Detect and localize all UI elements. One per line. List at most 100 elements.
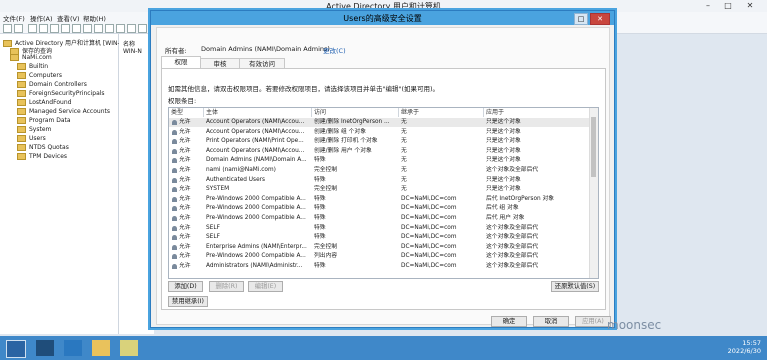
copy-icon[interactable] xyxy=(50,24,59,33)
filter-icon[interactable] xyxy=(138,24,147,33)
col-header-type[interactable]: 类型 xyxy=(169,108,204,117)
system-clock[interactable]: 15:57 2022/6/30 xyxy=(728,339,761,355)
minimize-button[interactable]: – xyxy=(700,1,716,11)
help-icon[interactable] xyxy=(105,24,114,33)
col-header-principal[interactable]: 主体 xyxy=(204,108,312,117)
table-row[interactable]: 允许 SELF 特殊 DC=NaMi,DC=com 这个对象及全部后代 xyxy=(169,224,590,233)
cell-principal: Pre-Windows 2000 Compatible A... xyxy=(206,205,306,212)
cell-inherited: 无 xyxy=(401,128,407,135)
cell-principal: Account Operators (NAMI\Accou... xyxy=(206,119,305,125)
principal-icon xyxy=(172,120,177,125)
cell-access: 创建/删除 用户 个对象 xyxy=(314,147,372,154)
folder-icon xyxy=(17,63,26,70)
restore-defaults-button[interactable]: 还原默认值(S) xyxy=(551,281,599,292)
cell-applies-to: 后代 InetOrgPerson 对象 xyxy=(486,195,555,202)
cell-principal: SYSTEM xyxy=(206,186,230,193)
tree-item-foreign-principals[interactable]: ForeignSecurityPrincipals xyxy=(17,90,105,97)
folder-icon[interactable] xyxy=(28,24,37,33)
tree-domain[interactable]: NaMi.com xyxy=(10,54,52,61)
table-row[interactable]: 允许 Pre-Windows 2000 Compatible A... 特殊 DC=N… xyxy=(169,214,590,223)
cell-access: 创建/删除 组 个对象 xyxy=(314,128,367,135)
table-row[interactable]: 允许 Pre-Windows 2000 Compatible A... 列出内容 DC… xyxy=(169,252,590,261)
table-row[interactable]: 允许 Print Operators (NAMI\Print Ope... 创建/删… xyxy=(169,137,590,146)
table-row[interactable]: 允许 Pre-Windows 2000 Compatible A... 特殊 DC=N… xyxy=(169,195,590,204)
permission-entries-grid[interactable]: 类型 主体 访问 继承于 应用于 允许 Account Operators (NA… xyxy=(168,107,599,279)
scrollbar-thumb[interactable] xyxy=(591,117,596,177)
table-row[interactable]: 允许 Account Operators (NAMI\Accou... 创建/删除 … xyxy=(169,128,590,137)
table-row[interactable]: 允许 Domain Admins (NAMI\Domain A... 特殊 无 只是这个… xyxy=(169,156,590,165)
owner-change-link[interactable]: 更改(C) xyxy=(323,45,346,55)
ok-button[interactable]: 确定 xyxy=(491,316,527,327)
principal-icon xyxy=(172,244,177,250)
remove-button[interactable]: 删除(R) xyxy=(209,281,244,292)
cell-inherited: 无 xyxy=(401,157,407,164)
table-row[interactable]: 允许 Account Operators (NAMI\Accou... 创建/删除 … xyxy=(169,118,590,127)
tree-icon[interactable] xyxy=(39,24,48,33)
table-row[interactable]: 允许 Administrators (NAMI\Administr... 特殊 DC=… xyxy=(169,262,590,271)
table-row[interactable]: 允许 Account Operators (NAMI\Accou... 创建/删除 … xyxy=(169,147,590,156)
forward-icon[interactable] xyxy=(14,24,23,33)
folder-icon xyxy=(17,99,26,106)
tree-item-computers[interactable]: Computers xyxy=(17,72,62,79)
properties-icon[interactable] xyxy=(72,24,81,33)
tree-item-program-data[interactable]: Program Data xyxy=(17,117,71,124)
table-row[interactable]: 允许 SYSTEM 完全控制 无 只是这个对象 xyxy=(169,185,590,194)
list-column-name[interactable]: 名称 xyxy=(123,39,135,48)
table-row[interactable]: 允许 nami (nami@NaMi.com) 完全控制 无 这个对象及全部后代 xyxy=(169,166,590,175)
table-row[interactable]: 允许 SELF 特殊 DC=NaMi,DC=com 这个对象及全部后代 xyxy=(169,233,590,242)
dialog-close-button[interactable]: ✕ xyxy=(590,13,610,25)
start-icon[interactable] xyxy=(6,340,26,358)
table-row[interactable]: 允许 Authenticated Users 特殊 无 只是这个对象 xyxy=(169,176,590,185)
cell-principal: nami (nami@NaMi.com) xyxy=(206,167,276,173)
cancel-button[interactable]: 取消 xyxy=(533,316,569,327)
list-item[interactable]: WIN-N xyxy=(123,48,142,55)
tree-item-lostandfound[interactable]: LostAndFound xyxy=(17,99,71,106)
ad-users-computers-icon[interactable] xyxy=(120,340,138,356)
dialog-maximize-button[interactable]: □ xyxy=(574,13,588,25)
cell-applies-to: 这个对象及全部后代 xyxy=(486,234,539,241)
export-icon[interactable] xyxy=(94,24,103,33)
col-header-applies-to[interactable]: 应用于 xyxy=(484,108,590,117)
cell-applies-to: 只是这个对象 xyxy=(486,147,521,154)
col-header-inherited[interactable]: 继承于 xyxy=(399,108,484,117)
cell-principal: Domain Admins (NAMI\Domain A... xyxy=(206,157,307,164)
tree-item-users[interactable]: Users xyxy=(17,135,46,142)
tree-item-tpm-devices[interactable]: TPM Devices xyxy=(17,153,67,160)
principal-icon xyxy=(172,264,177,269)
cell-type: 允许 xyxy=(179,167,191,173)
cell-principal: Enterprise Admins (NAMI\Enterpr... xyxy=(206,243,307,250)
tree-item-ntds-quotas[interactable]: NTDS Quotas xyxy=(17,144,69,151)
cell-principal: Authenticated Users xyxy=(206,176,266,183)
grid-scrollbar[interactable] xyxy=(589,108,598,278)
close-button[interactable]: ✕ xyxy=(742,1,758,11)
delete-icon[interactable] xyxy=(61,24,70,33)
apply-button[interactable]: 应用(A) xyxy=(575,316,611,327)
powershell-icon[interactable] xyxy=(64,340,82,356)
cell-access: 特殊 xyxy=(314,176,326,183)
table-row[interactable]: 允许 Enterprise Admins (NAMI\Enterpr... 完全控制… xyxy=(169,243,590,252)
cell-applies-to: 这个对象及全部后代 xyxy=(486,224,539,231)
tree-item-builtin[interactable]: Builtin xyxy=(17,63,48,70)
group-icon[interactable] xyxy=(127,24,136,33)
tree-item-system[interactable]: System xyxy=(17,126,51,133)
cell-type: 允许 xyxy=(179,176,191,183)
user-icon[interactable] xyxy=(116,24,125,33)
cell-type: 允许 xyxy=(179,215,191,221)
principal-icon xyxy=(172,216,177,221)
refresh-icon[interactable] xyxy=(83,24,92,33)
server-manager-icon[interactable] xyxy=(36,340,54,356)
cell-type: 允许 xyxy=(179,119,191,125)
disable-inheritance-button[interactable]: 禁用继承(I) xyxy=(168,296,208,307)
file-explorer-icon[interactable] xyxy=(92,340,110,356)
tree-item-domain-controllers[interactable]: Domain Controllers xyxy=(17,81,87,88)
col-header-access[interactable]: 访问 xyxy=(312,108,399,117)
table-row[interactable]: 允许 Pre-Windows 2000 Compatible A... 特殊 DC=N… xyxy=(169,204,590,213)
cell-applies-to: 这个对象及全部后代 xyxy=(486,263,539,269)
maximize-button[interactable]: □ xyxy=(720,1,736,11)
tree-item-managed-service-accounts[interactable]: Managed Service Accounts xyxy=(17,108,110,115)
cell-inherited: DC=NaMi,DC=com xyxy=(401,205,457,212)
edit-button[interactable]: 编辑(E) xyxy=(248,281,283,292)
entries-label: 权限条目: xyxy=(168,97,197,105)
back-icon[interactable] xyxy=(3,24,12,33)
add-button[interactable]: 添加(D) xyxy=(168,281,203,292)
